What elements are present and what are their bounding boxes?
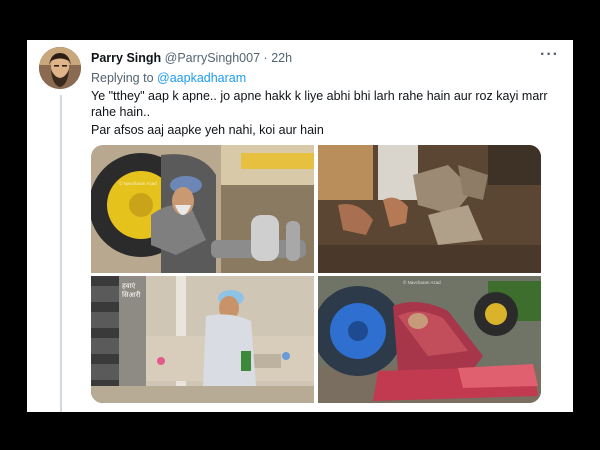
photo-elderly-man-tractor[interactable]: © Navcharan Azad: [91, 145, 314, 273]
photo-watermark: © Navcharan Azad: [119, 181, 157, 186]
author-name[interactable]: Parry Singh: [91, 51, 161, 65]
avatar-image: [39, 47, 81, 89]
tweet-text-line: Par afsos aaj aapke yeh nahi, koi aur ha…: [91, 123, 324, 137]
thread-line: [60, 95, 62, 412]
more-options-icon[interactable]: ···: [540, 46, 559, 64]
replying-to-label: Replying to: [91, 71, 154, 85]
tweet-card[interactable]: Parry Singh @ParrySingh007 · 22h ··· Rep…: [27, 40, 573, 412]
photo-sleeping-near-tractor[interactable]: © Navcharan Azad: [318, 276, 541, 403]
tweet-text-line: Ye "tthey" aap k apne.. jo apne hakk k l…: [91, 89, 548, 119]
tweet-header: Parry Singh @ParrySingh007 · 22h: [91, 51, 531, 69]
reply-to-link[interactable]: @aapkadharam: [157, 71, 246, 85]
dot-separator: ·: [263, 51, 268, 65]
wall-text: हवाएं सिआरी: [122, 282, 141, 299]
photo-hands-on-ground[interactable]: [318, 145, 541, 273]
photo-man-sitting-wall[interactable]: हवाएं सिआरी: [91, 276, 314, 403]
media-grid: © Navcharan Azad हवाएं सिआरी © Navcharan…: [91, 145, 541, 403]
tweet-timestamp[interactable]: 22h: [271, 51, 292, 65]
author-handle[interactable]: @ParrySingh007: [165, 51, 260, 65]
replying-to: Replying to @aapkadharam: [91, 71, 246, 85]
avatar[interactable]: [39, 47, 81, 89]
photo-watermark: © Navcharan Azad: [403, 280, 441, 285]
tweet-text: Ye "tthey" aap k apne.. jo apne hakk k l…: [91, 88, 551, 138]
